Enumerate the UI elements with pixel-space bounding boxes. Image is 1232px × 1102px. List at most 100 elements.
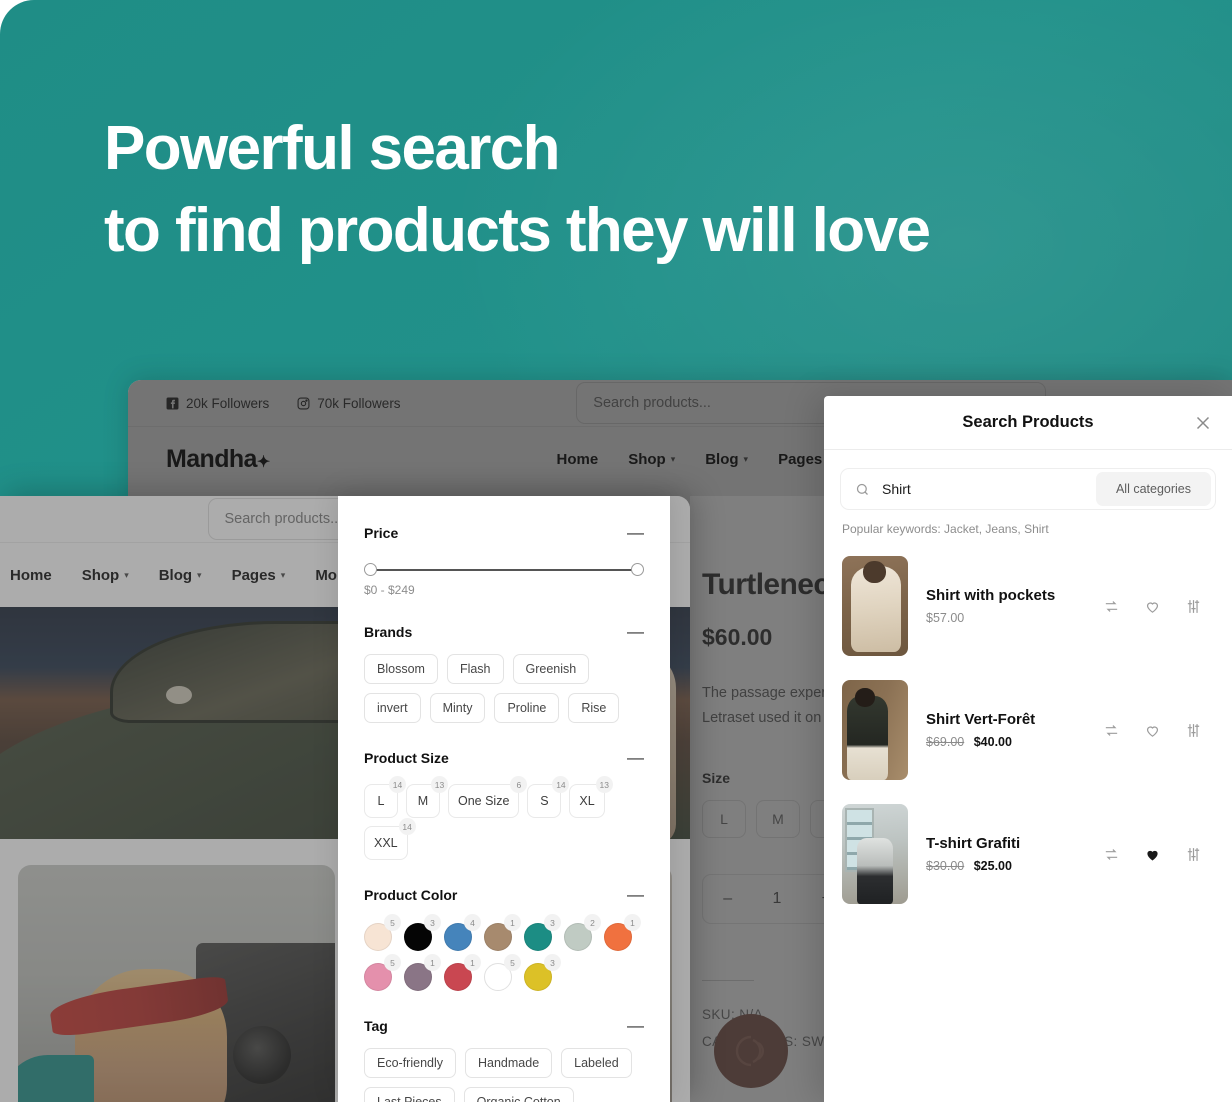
brand-chip[interactable]: Minty	[429, 693, 486, 723]
tag-chip[interactable]: Eco-friendly	[364, 1048, 456, 1078]
wishlist-heart-icon[interactable]	[1144, 722, 1161, 739]
color-swatch-sage[interactable]: 2	[564, 914, 601, 951]
search-icon	[855, 482, 870, 497]
color-swatch-pink[interactable]: 5	[364, 954, 401, 991]
size-label: M	[417, 794, 429, 808]
minus-icon[interactable]: —	[627, 749, 644, 766]
size-count-badge: 6	[510, 776, 528, 793]
product-thumbnail[interactable]	[842, 680, 908, 780]
size-option[interactable]: 13 XL	[569, 776, 613, 818]
color-swatch-teal[interactable]: 3	[524, 914, 561, 951]
product-thumbnail[interactable]	[842, 556, 908, 656]
quick-view-icon[interactable]	[1185, 722, 1202, 739]
compare-icon[interactable]	[1103, 598, 1120, 615]
color-swatch-mauve[interactable]: 1	[404, 954, 441, 991]
nav-item-home-front[interactable]: Home	[10, 567, 52, 584]
color-swatch-tan[interactable]: 1	[484, 914, 521, 951]
compare-icon[interactable]	[1103, 722, 1120, 739]
filter-section-brands: Brands — Blossom Flash Greenish invert M…	[364, 623, 644, 723]
size-option[interactable]: 14 XXL	[364, 818, 416, 860]
compare-icon[interactable]	[1103, 846, 1120, 863]
minus-icon[interactable]: —	[627, 1017, 644, 1034]
product-card[interactable]	[18, 865, 335, 1102]
wishlist-heart-icon[interactable]	[1144, 598, 1161, 615]
color-swatch-blue[interactable]: 4	[444, 914, 481, 951]
nav-links-front: Home Shop▾ Blog▾ Pages▾ More▾	[10, 567, 361, 584]
color-swatch-black[interactable]: 3	[404, 914, 441, 951]
filter-section-price: Price — $0 - $249	[364, 524, 644, 597]
result-price-original: $69.00	[926, 735, 965, 749]
brand-chip[interactable]: Rise	[568, 693, 620, 723]
search-result-row[interactable]: Shirt with pockets $57.00	[840, 552, 1216, 660]
brand-chip[interactable]: Blossom	[364, 654, 438, 684]
filter-color-header[interactable]: Product Color —	[364, 886, 644, 903]
close-icon[interactable]	[1192, 412, 1214, 434]
color-swatch-yellow[interactable]: 3	[524, 954, 561, 991]
result-price: $30.00 $25.00	[926, 859, 1103, 873]
size-option[interactable]: 6 One Size	[448, 776, 528, 818]
price-range-slider[interactable]	[364, 563, 644, 577]
tag-chip[interactable]: Handmade	[465, 1048, 553, 1078]
nav-item-blog-front[interactable]: Blog ▾	[159, 567, 202, 584]
color-swatch-orange[interactable]: 1	[604, 914, 641, 951]
filter-size-header[interactable]: Product Size —	[364, 749, 644, 766]
drawer-header: Search Products	[824, 396, 1232, 450]
minus-icon[interactable]: —	[627, 623, 644, 640]
result-info: T-shirt Grafiti $30.00 $25.00	[908, 835, 1103, 873]
color-count-badge: 1	[624, 914, 641, 931]
minus-icon[interactable]: —	[627, 886, 644, 903]
brand-chip[interactable]: Greenish	[512, 654, 590, 684]
category-select[interactable]: All categories	[1095, 472, 1211, 506]
result-price-original: $30.00	[926, 859, 965, 873]
filter-tag-title: Tag	[364, 1017, 388, 1034]
filter-section-tag: Tag — Eco-friendly Handmade Labeled Last…	[364, 1017, 644, 1102]
result-title[interactable]: Shirt with pockets	[926, 587, 1103, 604]
size-label: XL	[579, 794, 595, 808]
slider-handle-min[interactable]	[364, 563, 377, 576]
color-count-badge: 3	[544, 954, 561, 971]
drawer-search-field[interactable]: Shirt All categories	[840, 468, 1216, 510]
nav-item-pages-front[interactable]: Pages ▾	[232, 567, 286, 584]
tag-chip[interactable]: Last Pieces	[364, 1087, 455, 1102]
size-option[interactable]: 14 L	[364, 776, 406, 818]
filter-brands-header[interactable]: Brands —	[364, 623, 644, 640]
brand-chip[interactable]: Flash	[446, 654, 504, 684]
search-placeholder-front: Search products...	[224, 511, 343, 527]
size-option[interactable]: 13 M	[406, 776, 448, 818]
wishlist-heart-icon[interactable]	[1144, 846, 1161, 863]
color-swatch-cream[interactable]: 5	[364, 914, 401, 951]
color-swatch-white[interactable]: 5	[484, 954, 521, 991]
size-label: XXL	[374, 836, 398, 850]
brand-chip[interactable]: Proline	[494, 693, 560, 723]
search-query-value[interactable]: Shirt	[882, 481, 1096, 497]
quick-view-icon[interactable]	[1185, 598, 1202, 615]
brand-chip[interactable]: invert	[364, 693, 421, 723]
tag-chip[interactable]: Labeled	[561, 1048, 632, 1078]
tag-chip[interactable]: Organic Cotton	[463, 1087, 574, 1102]
overlay-dim-detail	[690, 496, 824, 1102]
product-thumbnail[interactable]	[842, 804, 908, 904]
result-price-current: $25.00	[973, 859, 1012, 873]
filter-price-header[interactable]: Price —	[364, 524, 644, 541]
minus-icon[interactable]: —	[627, 524, 644, 541]
screenshot-root: Powerful search to find products they wi…	[0, 0, 1232, 1102]
color-count-badge: 3	[424, 914, 441, 931]
drawer-title: Search Products	[962, 413, 1094, 431]
nav-item-shop-front[interactable]: Shop ▾	[82, 567, 129, 584]
size-option[interactable]: 14 S	[527, 776, 570, 818]
quick-view-icon[interactable]	[1185, 846, 1202, 863]
search-result-row[interactable]: Shirt Vert-Forêt $69.00 $40.00	[840, 676, 1216, 784]
filter-size-title: Product Size	[364, 749, 449, 766]
filter-section-product-color: Product Color — 5 3 4 1 3 2 1 5 1 1 5 3	[364, 886, 644, 991]
color-count-badge: 2	[584, 914, 601, 931]
filter-tag-header[interactable]: Tag —	[364, 1017, 644, 1034]
result-title[interactable]: T-shirt Grafiti	[926, 835, 1103, 852]
search-result-row[interactable]: T-shirt Grafiti $30.00 $25.00	[840, 800, 1216, 908]
color-swatch-red[interactable]: 1	[444, 954, 481, 991]
result-price: $69.00 $40.00	[926, 735, 1103, 749]
size-count-badge: 14	[552, 776, 570, 793]
price-range-label: $0 - $249	[364, 583, 415, 597]
filter-color-title: Product Color	[364, 886, 458, 903]
slider-handle-max[interactable]	[631, 563, 644, 576]
result-title[interactable]: Shirt Vert-Forêt	[926, 711, 1103, 728]
